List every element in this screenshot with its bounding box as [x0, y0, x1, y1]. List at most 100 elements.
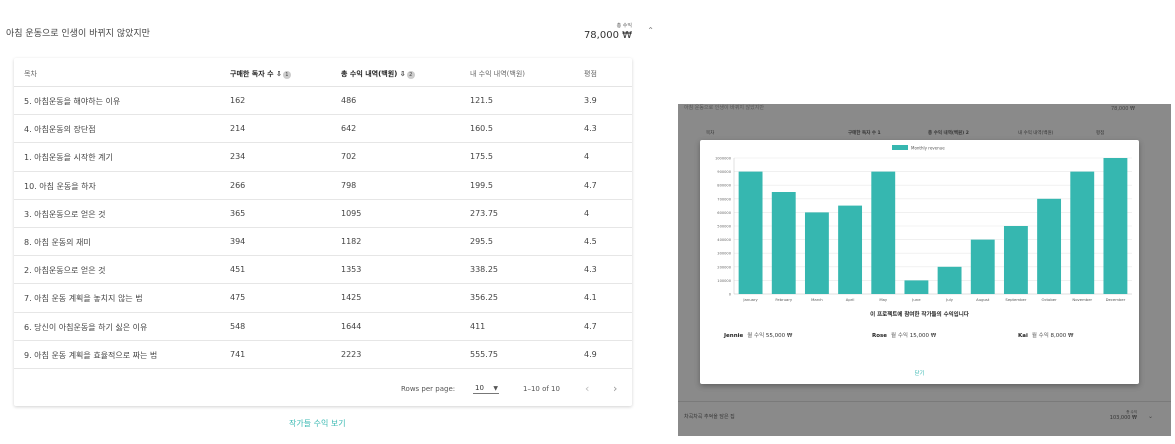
bg-col-buyers: 구매한 독자 수 1: [848, 131, 881, 136]
col-my-revenue[interactable]: 내 수익 내역(백원): [470, 69, 525, 79]
info-badge-1[interactable]: 1: [282, 71, 291, 79]
chevron-right-icon[interactable]: ›: [613, 382, 617, 395]
x-tick-label: July: [945, 297, 954, 302]
cell-rating: 4.3: [584, 265, 597, 275]
cell-total-revenue: 642: [341, 124, 357, 134]
table-row[interactable]: 3. 아침운동으로 얻은 것 365 1095 273.75 4: [14, 200, 632, 228]
table-row[interactable]: 4. 아침운동의 장단점 214 642 160.5 4.3: [14, 115, 632, 144]
cell-total-revenue: 1425: [341, 293, 362, 303]
cell-chapter: 10. 아침 운동을 하자: [24, 181, 96, 191]
y-tick-label: 800000: [717, 184, 731, 188]
author-name: Kai: [1018, 333, 1028, 339]
x-tick-label: August: [976, 297, 990, 302]
legend-swatch: [892, 145, 908, 150]
author-rev-value: 8,000 ₩: [1050, 333, 1074, 339]
table-row[interactable]: 7. 아침 운동 계획을 놓치지 않는 법 475 1425 356.25 4.1: [14, 284, 632, 313]
cell-rating: 4.1: [584, 293, 597, 303]
bar-november: [1070, 171, 1095, 294]
cell-chapter: 4. 아침운동의 장단점: [24, 125, 96, 135]
table-row[interactable]: 9. 아침 운동 계획을 효율적으로 짜는 법 741 2223 555.75 4.9: [14, 341, 632, 369]
cell-rating: 4.3: [584, 124, 597, 134]
x-tick-label: February: [775, 297, 793, 302]
author-jennie: Jennie 월 수익 55,000 ₩: [724, 331, 792, 339]
cell-buyers: 741: [230, 349, 246, 359]
bar-may: [871, 171, 896, 294]
table-row[interactable]: 8. 아침 운동의 재미 394 1182 295.5 4.5: [14, 228, 632, 257]
bg-revenue-value: 78,000 ₩: [1110, 106, 1135, 112]
table-header: 목차 구매한 독자 수 ⇩ 1 총 수익 내역(백원) ⇩ 2 내 수익 내역(백원…: [14, 58, 632, 87]
chevron-down-icon[interactable]: ⌄: [1148, 413, 1153, 420]
rows-per-page-select[interactable]: 10 ▼: [473, 382, 499, 394]
x-tick-label: September: [1005, 297, 1026, 302]
col-chapter[interactable]: 목차: [24, 69, 37, 79]
chevron-left-icon[interactable]: ‹: [585, 382, 589, 395]
bg-col-rating: 평점: [1096, 131, 1105, 136]
col-total-revenue[interactable]: 총 수익 내역(백원) ⇩ 2: [341, 69, 415, 79]
y-tick-label: 100000: [717, 279, 731, 283]
cell-my-revenue: 356.25: [470, 293, 498, 303]
col-buyers[interactable]: 구매한 독자 수 ⇩ 1: [230, 69, 291, 79]
bar-april: [838, 205, 863, 294]
cell-total-revenue: 486: [341, 96, 357, 105]
cell-buyers: 365: [230, 208, 246, 218]
bar-december: [1103, 158, 1128, 294]
col-rating[interactable]: 평점: [584, 69, 597, 79]
bar-june: [904, 280, 929, 294]
author-revenue-modal: 0 100000 200000 300000 400000 500000 600000 700…: [700, 140, 1139, 384]
x-tick-label: March: [811, 297, 823, 302]
revenue-value: 78,000 ₩: [583, 30, 632, 41]
cell-buyers: 214: [230, 124, 246, 134]
author-name: Rose: [872, 333, 888, 339]
y-tick-label: 300000: [717, 252, 731, 256]
x-tick-label: April: [846, 297, 855, 302]
table-row[interactable]: 2. 아침운동으로 얻은 것 451 1353 338.25 4.3: [14, 256, 632, 285]
cell-my-revenue: 295.5: [470, 236, 493, 246]
table-row[interactable]: 6. 당신이 아침운동을 하기 싫은 이유 548 1644 411 4.7: [14, 313, 632, 341]
bg-col-chapter: 목차: [706, 131, 715, 136]
cell-buyers: 162: [230, 96, 246, 105]
y-tick-label: 700000: [717, 197, 731, 201]
author-rev-value: 15,000 ₩: [909, 333, 937, 339]
chart-caption: 이 프로젝트에 참여한 작가들의 수익입니다: [870, 312, 969, 318]
close-modal-button[interactable]: 닫기: [700, 369, 1139, 377]
col-buyers-label: 구매한 독자 수: [230, 70, 274, 78]
dropdown-arrow-icon: ▼: [493, 385, 498, 392]
expand-icon[interactable]: ⌃: [647, 26, 654, 35]
monthly-revenue-chart: 0 100000 200000 300000 400000 500000 600000 700…: [715, 145, 1132, 302]
x-tick-label: October: [1041, 297, 1057, 302]
book-header: 아침 운동으로 인생이 바뀌지 않았지만 총 수익 78,000 ₩ ⌃: [0, 0, 660, 58]
bar-march: [804, 212, 829, 294]
cell-chapter: 8. 아침 운동의 재미: [24, 237, 91, 247]
view-author-revenue-link[interactable]: 작가들 수익 보기: [289, 418, 346, 429]
cell-my-revenue: 338.25: [470, 265, 498, 275]
cell-rating: 4.7: [584, 180, 597, 190]
cell-rating: 4.9: [584, 349, 597, 359]
sort-icon[interactable]: ⇩: [400, 70, 406, 78]
cell-chapter: 1. 아침운동을 시작한 계기: [24, 153, 113, 163]
cell-chapter: 3. 아침운동으로 얻은 것: [24, 209, 106, 219]
author-rose: Rose 월 수익 15,000 ₩: [872, 331, 936, 339]
cell-buyers: 266: [230, 180, 246, 190]
rows-per-page-label: Rows per page:: [401, 385, 456, 393]
bg-footer-title: 차곡차곡 추억을 담은 집: [684, 414, 735, 420]
sort-icon[interactable]: ⇩: [276, 70, 282, 78]
table-row[interactable]: 5. 아침운동을 해야하는 이유 162 486 121.5 3.9: [14, 87, 632, 116]
bar-september: [1003, 226, 1028, 294]
cell-chapter: 5. 아침운동을 해야하는 이유: [24, 97, 121, 106]
modal-screenshot: 아침 운동으로 인생이 바뀌지 않았지만 78,000 ₩ 목차 구매한 독자 …: [678, 104, 1171, 436]
cell-chapter: 2. 아침운동으로 얻은 것: [24, 266, 106, 276]
bg-book-title: 아침 운동으로 인생이 바뀌지 않았지만: [684, 105, 764, 111]
col-total-revenue-label: 총 수익 내역(백원): [341, 70, 398, 78]
cell-chapter: 9. 아침 운동 계획을 효율적으로 짜는 법: [24, 350, 158, 360]
table-row[interactable]: 1. 아침운동을 시작한 계기 234 702 175.5 4: [14, 143, 632, 172]
author-rev-label: 월 수익: [1031, 333, 1049, 339]
author-kai: Kai 월 수익 8,000 ₩: [1018, 331, 1073, 339]
table-row[interactable]: 10. 아침 운동을 하자 266 798 199.5 4.7: [14, 172, 632, 200]
cell-chapter: 6. 당신이 아침운동을 하기 싫은 이유: [24, 322, 148, 332]
x-tick-label: June: [911, 297, 921, 302]
rows-per-page-value: 10: [475, 384, 484, 392]
y-tick-label: 1000000: [715, 157, 732, 161]
y-tick-label: 500000: [717, 225, 731, 229]
info-badge-2[interactable]: 2: [406, 71, 415, 79]
revenue-label: 총 수익: [616, 23, 632, 29]
